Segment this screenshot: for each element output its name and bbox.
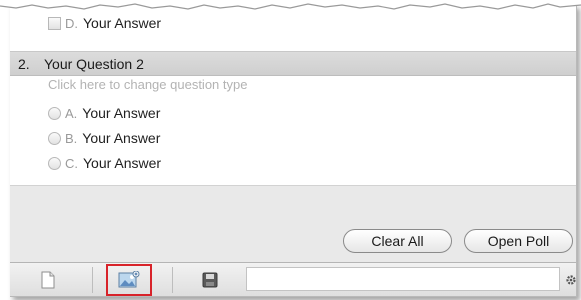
answer-letter: A.: [65, 105, 78, 121]
question-number: 2.: [18, 55, 30, 72]
radio-icon[interactable]: [48, 156, 61, 170]
answer-row-q2-b[interactable]: B. Your Answer: [48, 126, 160, 150]
question-title[interactable]: Your Question 2: [44, 56, 144, 72]
save-button[interactable]: [194, 265, 226, 295]
answer-letter: D.: [65, 15, 78, 31]
image-icon: [118, 271, 140, 288]
answer-text[interactable]: Your Answer: [83, 155, 161, 171]
toolbar-separator: [92, 267, 93, 293]
toolbar-text-field[interactable]: [246, 267, 560, 291]
new-document-button[interactable]: [32, 265, 64, 295]
clear-all-button[interactable]: Clear All: [343, 229, 452, 253]
answer-text[interactable]: Your Answer: [83, 15, 161, 31]
answer-row-q2-c[interactable]: C. Your Answer: [48, 151, 161, 175]
insert-image-button[interactable]: [106, 264, 152, 296]
button-area: Clear All Open Poll: [10, 185, 576, 263]
question-title-bar[interactable]: 2. Your Question 2: [10, 51, 576, 76]
radio-icon[interactable]: [48, 131, 61, 145]
toolbar-separator: [172, 267, 173, 293]
torn-edge: [0, 0, 581, 10]
answer-letter: C.: [65, 155, 78, 171]
radio-icon[interactable]: [48, 106, 61, 120]
save-icon: [202, 272, 218, 288]
answer-letter: B.: [65, 130, 78, 146]
settings-button[interactable]: [564, 265, 576, 295]
answer-text[interactable]: Your Answer: [82, 105, 160, 121]
answer-row-q1-d[interactable]: D. Your Answer: [48, 11, 161, 35]
answer-text[interactable]: Your Answer: [82, 130, 160, 146]
gear-icon: [566, 275, 576, 285]
new-document-icon: [41, 271, 55, 289]
screenshot: D. Your Answer 2. Your Question 2 Click …: [0, 0, 581, 300]
question-list: D. Your Answer 2. Your Question 2 Click …: [10, 4, 576, 185]
bottom-toolbar: [10, 262, 576, 296]
checkbox-icon[interactable]: [48, 16, 61, 30]
answer-row-q2-a[interactable]: A. Your Answer: [48, 101, 160, 125]
open-poll-button[interactable]: Open Poll: [464, 229, 573, 253]
poll-panel: D. Your Answer 2. Your Question 2 Click …: [10, 4, 577, 297]
question-type-hint[interactable]: Click here to change question type: [48, 77, 247, 92]
